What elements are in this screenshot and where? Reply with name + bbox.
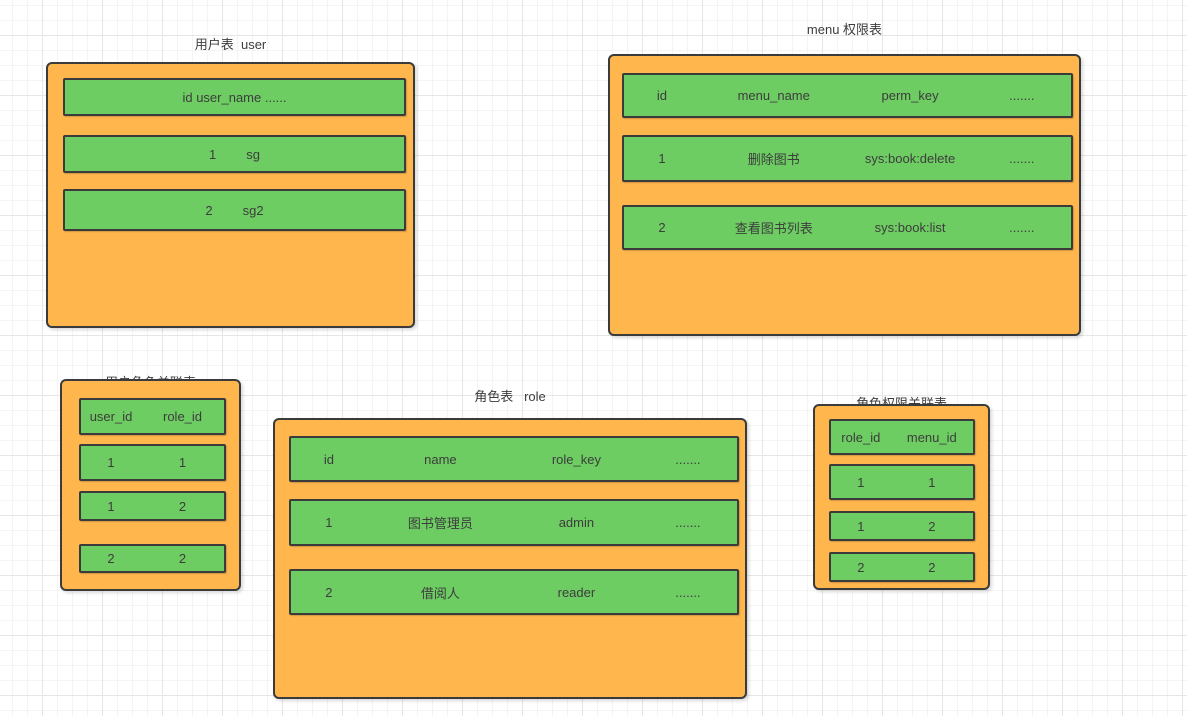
- cell: role_key: [551, 451, 601, 467]
- cell: perm_key: [881, 88, 939, 103]
- table-row[interactable]: 1 2: [829, 511, 975, 541]
- table-user-box[interactable]: id user_name ...... 1 sg 2 sg2: [46, 62, 415, 328]
- table-row[interactable]: 1 图书管理员 admin .......: [289, 499, 739, 546]
- cell: 借阅人: [420, 585, 460, 601]
- cell: sys:book:delete: [864, 151, 956, 166]
- table-row[interactable]: 1 删除图书 sys:book:delete .......: [622, 135, 1073, 182]
- cell: user_id: [89, 409, 133, 424]
- cell: 1: [325, 515, 333, 530]
- table-row[interactable]: 1 sg: [63, 135, 406, 173]
- table-row[interactable]: 2 2: [79, 544, 226, 573]
- cell: .......: [1009, 220, 1035, 235]
- table-menu-title[interactable]: menu 权限表: [608, 21, 1081, 38]
- cell: 2: [928, 559, 936, 575]
- cell: sg: [246, 146, 260, 162]
- cell: 1: [178, 455, 187, 470]
- table-role-title[interactable]: 角色表 role: [273, 388, 747, 405]
- table-role-menu-box[interactable]: role_id menu_id 1 1 1 2 2 2: [813, 404, 990, 590]
- cell: 图书管理员: [407, 516, 473, 531]
- cell: 1: [107, 455, 115, 470]
- cell: .......: [675, 515, 701, 530]
- cell: 1: [857, 474, 865, 490]
- table-row[interactable]: 1 2: [79, 491, 226, 521]
- cell: menu_name: [737, 88, 810, 103]
- cell: 2: [928, 518, 936, 534]
- table-row[interactable]: 2 借阅人 reader .......: [289, 569, 739, 615]
- diagram-canvas: 用户表 user id user_name ...... 1 sg 2 sg 2 …: [0, 0, 1187, 716]
- table-row[interactable]: id user_name ......: [63, 78, 406, 116]
- cell: sg2: [242, 202, 264, 218]
- cell: role_id: [163, 409, 203, 424]
- cell: id: [656, 88, 668, 103]
- table-row[interactable]: user_id role_id: [79, 398, 226, 435]
- cell: .......: [1009, 88, 1035, 103]
- table-row[interactable]: 2 sg2: [63, 189, 406, 231]
- cell: role_id: [841, 429, 881, 445]
- table-row[interactable]: 1 1: [79, 444, 226, 481]
- cell: 1: [857, 518, 865, 534]
- cell: .......: [1009, 151, 1035, 166]
- cell: 2: [325, 584, 333, 600]
- table-user-title[interactable]: 用户表 user: [46, 36, 415, 53]
- cell: .......: [675, 584, 701, 600]
- cell: 2: [857, 559, 865, 575]
- cell: admin: [558, 515, 595, 530]
- cell: 2: [178, 498, 187, 514]
- table-user-role-box[interactable]: user_id role_id 1 1 1 2 2 2: [60, 379, 241, 591]
- cell: 2: [107, 551, 115, 566]
- cell: id: [323, 451, 334, 467]
- cell: 1: [209, 146, 217, 162]
- cell: 1: [107, 498, 115, 514]
- cell: 1: [658, 151, 666, 166]
- cell: 1: [928, 474, 936, 490]
- table-row[interactable]: 2 2: [829, 552, 975, 582]
- table-row[interactable]: id name role_key .......: [289, 436, 739, 482]
- cell: reader: [557, 584, 596, 600]
- table-menu-box[interactable]: id menu_name perm_key ....... 1 删除图书 sys…: [608, 54, 1081, 336]
- cell: sys:book:list: [874, 220, 946, 235]
- table-role-box[interactable]: id name role_key ....... 1 图书管理员 admin .…: [273, 418, 747, 699]
- table-row[interactable]: id menu_name perm_key .......: [622, 73, 1073, 118]
- cell: 2: [205, 202, 213, 218]
- table-row[interactable]: 2 查看图书列表 sys:book:list .......: [622, 205, 1073, 250]
- cell: 查看图书列表: [734, 221, 813, 236]
- cell: id user_name ......: [182, 89, 287, 105]
- table-row[interactable]: 1 1: [829, 464, 975, 500]
- table-row[interactable]: role_id menu_id: [829, 419, 975, 455]
- cell: 删除图书: [747, 152, 800, 167]
- cell: 2: [658, 220, 666, 235]
- cell: name: [424, 451, 457, 467]
- cell: 2: [178, 551, 187, 566]
- cell: .......: [675, 451, 701, 467]
- cell: menu_id: [906, 429, 957, 445]
